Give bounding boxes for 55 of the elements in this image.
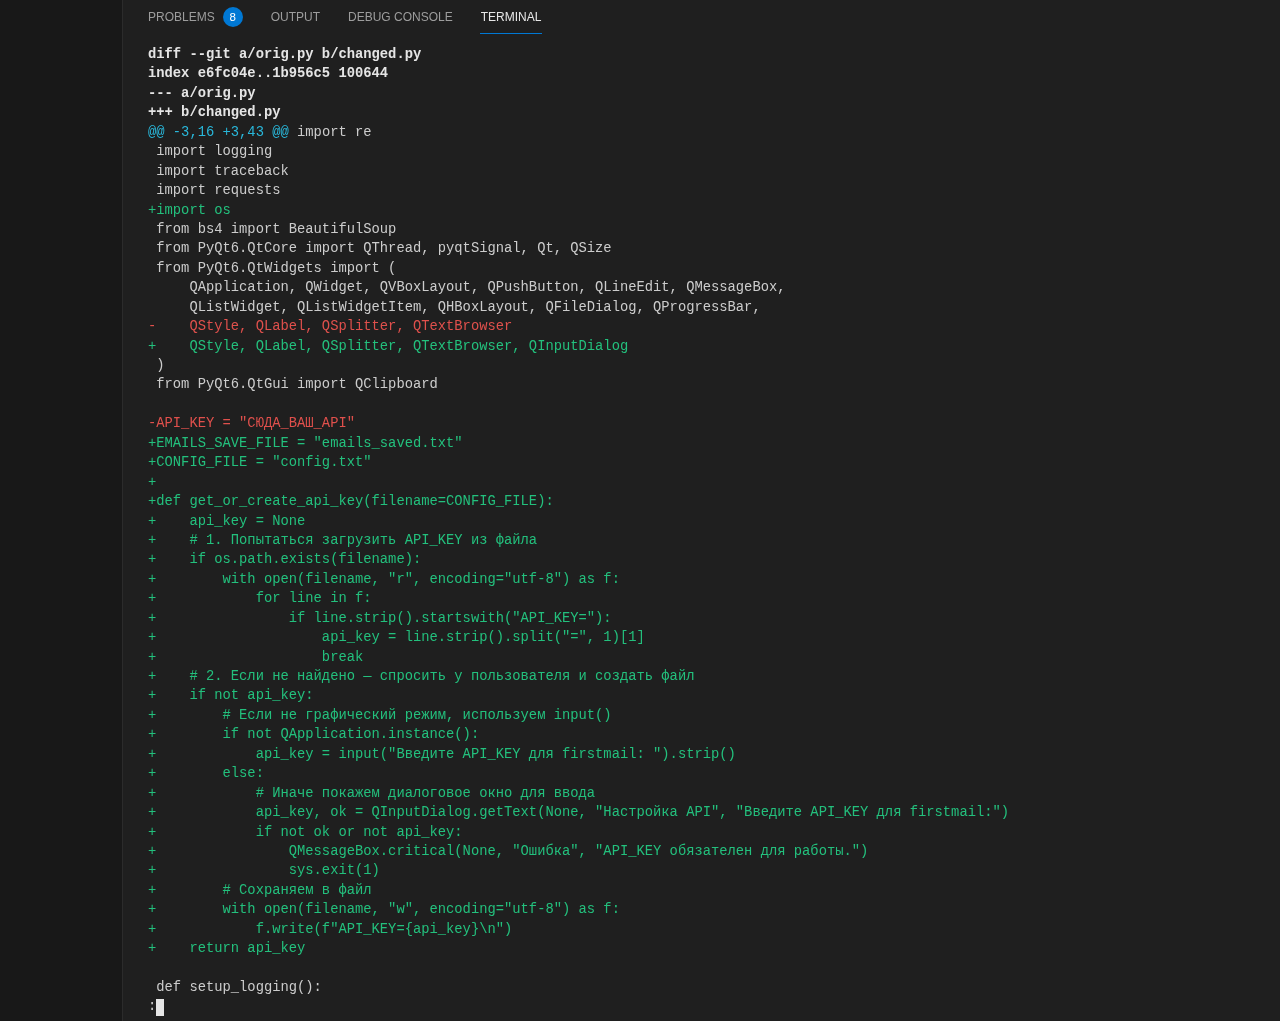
code-line: import logging — [155, 143, 274, 162]
code-line: QApplication, QWidget, QVBoxLayout, QPushButton, QLineEdit, QMessageBox, — [188, 279, 787, 298]
added-line: + api_key = line.strip().split("=", 1)[1] — [148, 629, 646, 648]
added-line: + return api_key — [148, 940, 307, 959]
added-line: + # 1. Попытаться загрузить API_KEY из файла — [148, 531, 539, 550]
added-line: + — [148, 473, 158, 492]
added-line: + if line.strip().startswith("API_KEY="): — [148, 609, 613, 628]
added-line: + if not api_key: — [148, 687, 315, 706]
panel-tab[interactable]: DEBUG CONSOLE — [347, 0, 454, 34]
hunk-context: import re — [296, 124, 372, 140]
code-line: from bs4 import BeautifulSoup — [155, 220, 398, 239]
added-line: + QStyle, QLabel, QSplitter, QTextBrowser, QInputDialog — [148, 337, 630, 356]
added-line: + QMessageBox.critical(None, "Ошибка", "API_KEY обязателен для работы.") — [148, 842, 870, 861]
added-line: + for line in f: — [148, 590, 373, 609]
diff-header-line: --- a/orig.py — [148, 84, 257, 103]
added-line: +CONFIG_FILE = "config.txt" — [148, 454, 373, 473]
added-line: + # 2. Если не найдено — спросить у пользователя и создать файл — [148, 668, 696, 686]
removed-line: - QStyle, QLabel, QSplitter, QTextBrowser — [148, 318, 514, 337]
diff-header-line: +++ b/changed.py — [148, 104, 282, 123]
added-line: + api_key, ok = QInputDialog.getText(None, "Настройка API", "Введите API_KEY для firstmail:") — [148, 804, 1011, 823]
added-line: +def get_or_create_api_key(filename=CONFIG_FILE): — [148, 493, 555, 512]
code-line: from PyQt6.QtWidgets import ( — [155, 259, 398, 278]
added-line: + if os.path.exists(filename): — [148, 551, 423, 570]
diff-header-line: index e6fc04e..1b956c5 100644 — [148, 65, 390, 84]
added-line: + else: — [148, 765, 265, 784]
added-line: + if not ok or not api_key: — [148, 823, 464, 842]
panel-tab[interactable]: PROBLEMS 8 — [147, 0, 244, 34]
added-line: + break — [148, 648, 365, 667]
code-line: def setup_logging(): — [155, 979, 323, 997]
added-line: + with open(filename, "r", encoding="utf-8") as f: — [148, 570, 621, 589]
added-line: + if not QApplication.instance(): — [148, 726, 481, 745]
added-line: + # Иначе покажем диалоговое окно для ввода — [148, 784, 597, 803]
added-line: + # Если не графический режим, используем input() — [148, 706, 613, 725]
cursor-icon — [156, 998, 165, 1016]
pager-prompt: : — [148, 998, 157, 1017]
problem-count-badge: 8 — [222, 6, 243, 27]
added-line: + sys.exit(1) — [148, 862, 381, 881]
code-line: from PyQt6.QtGui import QClipboard — [155, 376, 439, 395]
code-line: import requests — [155, 182, 282, 201]
panel-tab[interactable]: OUTPUT — [269, 0, 322, 34]
hunk-range: @@ -3,16 +3,43 @@ — [148, 124, 289, 140]
added-line: + # Сохраняем в файл — [148, 881, 373, 900]
added-line: + f.write(f"API_KEY={api_key}\n") — [148, 920, 514, 939]
removed-line: -API_KEY = "СЮДА_ВАШ_API" — [148, 415, 356, 434]
added-line: + api_key = input("Введите API_KEY для firstmail: ").strip() — [148, 745, 737, 764]
code-line: ) — [155, 357, 166, 375]
code-line: from PyQt6.QtCore import QThread, pyqtSignal, Qt, QSize — [155, 240, 613, 259]
added-line: +import os — [148, 201, 232, 220]
added-line: +EMAILS_SAVE_FILE = "emails_saved.txt" — [148, 434, 464, 453]
code-line: QListWidget, QListWidgetItem, QHBoxLayout, QFileDialog, QProgressBar, — [188, 298, 762, 317]
diff-header-line: diff --git a/orig.py b/changed.py — [148, 46, 423, 64]
added-line: + with open(filename, "w", encoding="utf-8") as f: — [148, 901, 621, 920]
code-line: import traceback — [155, 162, 290, 181]
added-line: + api_key = None — [148, 512, 307, 531]
panel-tab[interactable]: TERMINAL — [479, 0, 543, 34]
